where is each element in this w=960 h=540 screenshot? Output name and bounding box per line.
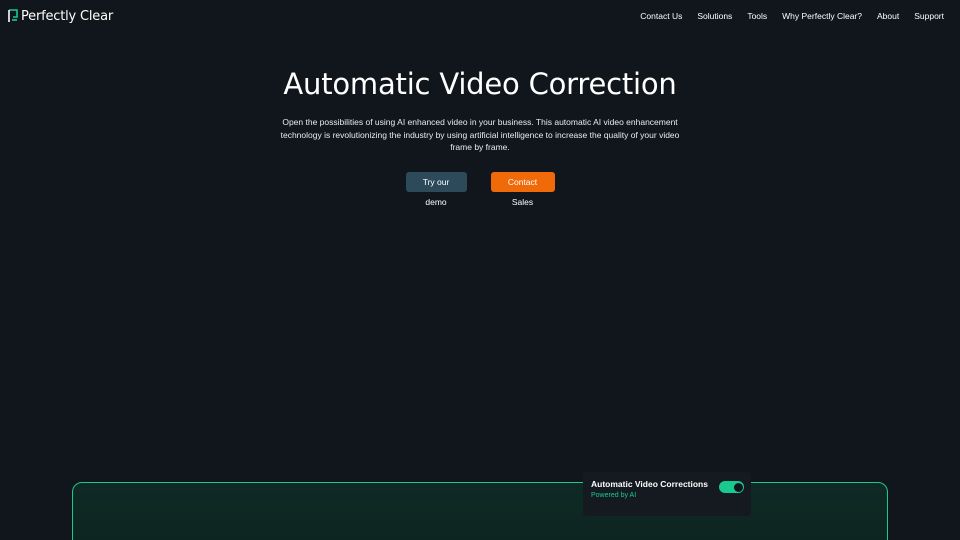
nav-about[interactable]: About xyxy=(877,11,899,21)
try-demo-button[interactable]: Try our demo xyxy=(405,171,467,207)
corrections-toggle-switch[interactable] xyxy=(719,481,744,493)
page: Perfectly Clear Contact Us Solutions Too… xyxy=(0,0,960,540)
nav-solutions[interactable]: Solutions xyxy=(697,11,732,21)
nav-why-perfectly-clear[interactable]: Why Perfectly Clear? xyxy=(782,11,862,21)
video-comparison-panel xyxy=(72,482,888,540)
logo-icon xyxy=(8,9,18,22)
page-title: Automatic Video Correction xyxy=(283,67,677,101)
logo-text: Perfectly Clear xyxy=(21,8,113,24)
nav-contact-us[interactable]: Contact Us xyxy=(640,11,682,21)
main-nav: Contact Us Solutions Tools Why Perfectly… xyxy=(640,11,944,21)
video-corrections-toggle-card: Automatic Video Corrections Powered by A… xyxy=(583,472,751,516)
nav-tools[interactable]: Tools xyxy=(747,11,767,21)
contact-sales-button[interactable]: Contact Sales xyxy=(490,171,555,207)
toggle-knob xyxy=(733,482,743,492)
hero-section: Automatic Video Correction Open the poss… xyxy=(0,64,960,207)
logo-link[interactable]: Perfectly Clear xyxy=(8,9,113,24)
site-header: Perfectly Clear Contact Us Solutions Too… xyxy=(0,0,960,32)
hero-description: Open the possibilities of using AI enhan… xyxy=(280,117,680,152)
toggle-subtitle: Powered by AI xyxy=(591,492,637,499)
nav-support[interactable]: Support xyxy=(914,11,944,21)
cta-row: Try our demo Contact Sales xyxy=(0,171,960,207)
